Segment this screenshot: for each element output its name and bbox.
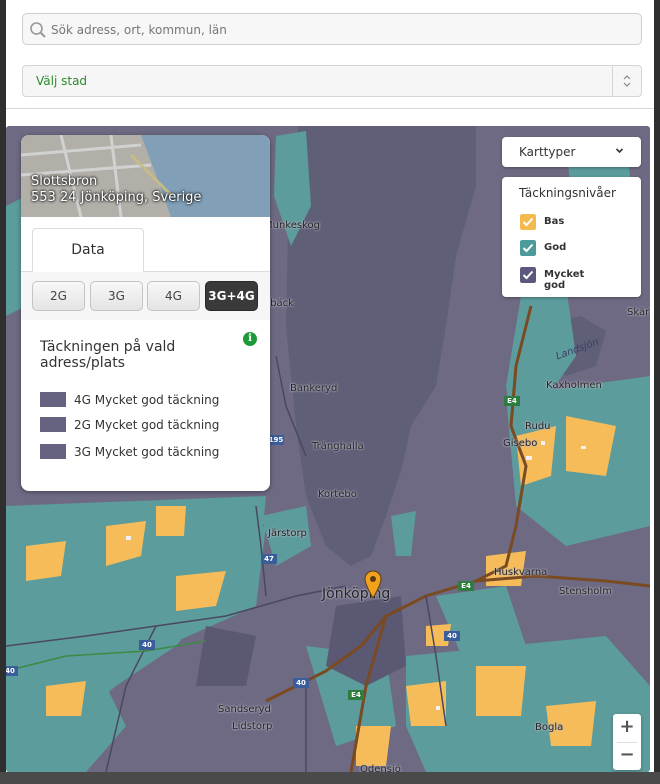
coverage-swatch [40, 417, 66, 432]
tech-button-3g-4g[interactable]: 3G+4G [205, 281, 258, 311]
checkbox-checked-icon[interactable] [520, 240, 536, 256]
checkbox-checked-icon[interactable] [520, 267, 536, 283]
zoom-out-button[interactable]: − [613, 742, 641, 770]
coverage-levels-legend: Täckningsnivåer Bas God Mycket god [502, 177, 641, 297]
place-label: Kortebo [318, 489, 357, 500]
address-line-2: 553 24 Jönköping, Sverige [31, 190, 202, 205]
search-box[interactable] [22, 13, 642, 45]
city-select-value: Välj stad [36, 74, 88, 88]
coverage-row-label: 3G Mycket god täckning [74, 445, 220, 459]
tech-button-2g[interactable]: 2G [32, 281, 85, 311]
tech-button-bar: 2G 3G 4G 3G+4G [21, 272, 270, 320]
level-label: God [544, 242, 567, 253]
place-label: Bogla [535, 722, 564, 733]
tab-data[interactable]: Data [32, 228, 144, 272]
location-thumbnail: Slottsbron 553 24 Jönköping, Sverige [21, 135, 270, 217]
tech-button-4g[interactable]: 4G [147, 281, 200, 311]
address-line-1: Slottsbron [31, 174, 98, 189]
airport-area [196, 626, 256, 686]
city-select[interactable]: Välj stad [22, 65, 642, 97]
level-label: Bas [544, 216, 565, 227]
place-label: Bankeryd [290, 383, 338, 394]
place-label: Tränghalla [312, 441, 364, 452]
checkbox-checked-icon[interactable] [520, 214, 536, 230]
bottom-strip [0, 772, 660, 784]
road-shield: 40 [444, 631, 460, 641]
info-icon[interactable]: i [243, 332, 257, 346]
road-shield: 40 [6, 666, 18, 676]
coverage-swatch [40, 444, 66, 459]
coverage-heading: Täckningen på vald adress/plats [40, 339, 176, 371]
location-pin-icon[interactable] [364, 570, 382, 600]
road-shield: E4 [348, 690, 364, 700]
divider [6, 108, 654, 109]
zoom-in-button[interactable]: + [613, 714, 641, 742]
map-type-label: Karttyper [519, 145, 576, 159]
legend-title: Täckningsnivåer [519, 186, 616, 200]
tab-bar: Data [21, 217, 270, 272]
road-shield: 47 [261, 554, 277, 564]
place-label: Skär [627, 307, 650, 318]
road-shield: 40 [139, 640, 155, 650]
chevron-down-icon [615, 148, 624, 154]
select-updown-icon [623, 75, 631, 87]
place-label: Sandseryd [218, 704, 271, 715]
road-shield: E4 [458, 581, 474, 591]
lake-vattern [286, 126, 476, 566]
road-shield: E4 [504, 396, 520, 406]
place-label: Gisebo [503, 438, 538, 449]
place-label: Kaxholmen [546, 380, 602, 391]
coverage-swatch [40, 392, 66, 407]
place-label: Lidstorp [232, 721, 273, 732]
coverage-row-label: 2G Mycket god täckning [74, 418, 220, 432]
search-icon [30, 22, 46, 38]
road-shield: 195 [268, 435, 284, 445]
location-info-card: Slottsbron 553 24 Jönköping, Sverige Dat… [21, 135, 270, 491]
place-label: Rudu [525, 421, 551, 432]
select-divider [612, 66, 613, 96]
place-label: Huskvarna [494, 567, 548, 578]
coverage-map[interactable]: Munkeskog ebäck Bankeryd Tränghalla Kort… [6, 126, 650, 772]
search-input[interactable] [51, 18, 631, 42]
coverage-row-label: 4G Mycket god täckning [74, 393, 220, 407]
road-shield: 40 [293, 678, 309, 688]
place-label: Munkeskog [264, 220, 321, 231]
place-label: Järstorp [268, 528, 307, 539]
place-label: Stensholm [559, 586, 612, 597]
zoom-control: + − [613, 714, 641, 770]
place-label: Odensjö [360, 764, 401, 772]
level-label: Mycket god [544, 269, 585, 291]
map-type-dropdown[interactable]: Karttyper [502, 137, 641, 167]
app-frame: Välj stad [0, 0, 660, 784]
tech-button-3g[interactable]: 3G [90, 281, 143, 311]
